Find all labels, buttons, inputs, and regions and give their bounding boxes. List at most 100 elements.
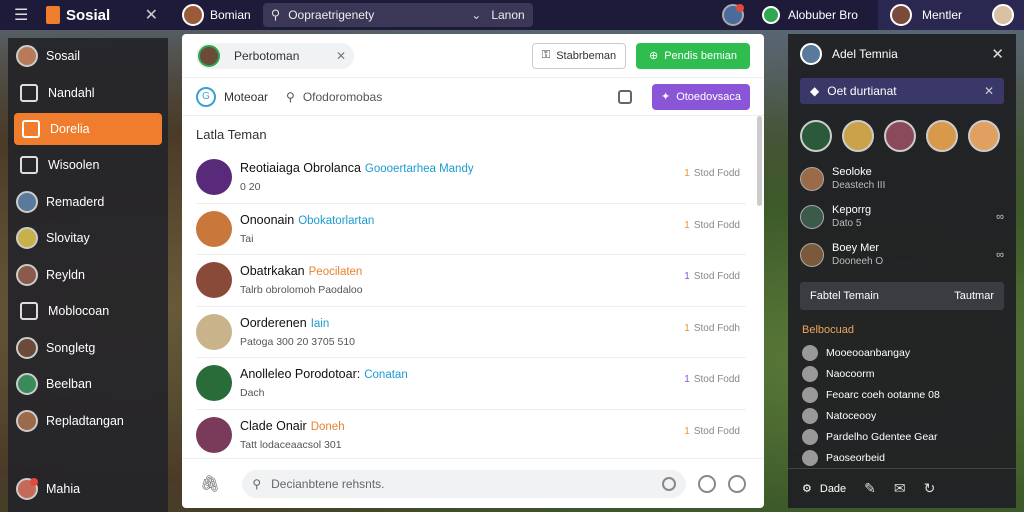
avatar[interactable] [800, 120, 832, 152]
top-bar: ☰ Sosial ✕ Bomian ⚲ Oopraetrigenety ⌄ La… [0, 0, 1024, 30]
logo-icon [46, 6, 60, 24]
right-panel-bar[interactable]: ◆ Oet durtianat ✕ [800, 78, 1004, 104]
avatar [196, 313, 232, 350]
sidebar-item-label: Reyldn [46, 267, 85, 282]
globe-icon[interactable]: G [196, 86, 216, 107]
sidebar-item[interactable]: Remaderd [8, 184, 168, 221]
send-icon[interactable] [728, 474, 746, 493]
primary-button[interactable]: ⊕ Pendis bemian [636, 42, 750, 69]
sidebar-item[interactable]: Sosail [8, 38, 168, 75]
sidebar-item[interactable]: Wisoolen [8, 147, 168, 184]
edit-icon[interactable]: ✎ [864, 480, 876, 497]
main-header: Perbotoman ✕ ⚿ Stabrbeman ⊕ Pendis bemia… [182, 34, 764, 78]
secondary-button[interactable]: ⚿ Stabrbeman [532, 42, 626, 69]
group-name: Alobuber Bro [787, 8, 858, 22]
friend-name: Reotiaiaga Obrolanca [240, 161, 361, 176]
friend-sub: Talrb obrolomoh Paodaloo [240, 284, 363, 297]
search-icon: ⚲ [270, 7, 281, 22]
more-icon[interactable]: ∞ [996, 211, 1004, 223]
group-switcher[interactable]: Alobuber Bro [761, 6, 858, 24]
settings-icon[interactable]: ⚙ [802, 482, 812, 495]
avatar[interactable] [842, 120, 874, 152]
notifications-avatar[interactable] [721, 4, 744, 26]
menu-icon[interactable]: ☰ [14, 5, 36, 25]
filter-label[interactable]: Moteoar [224, 90, 268, 104]
top-search-input[interactable]: ⚲ Oopraetrigenety ⌄ Lanon [262, 3, 533, 27]
friend-sub: Tatt lodaceaacsol 301 [240, 439, 342, 452]
top-user[interactable]: Bomian [182, 4, 251, 26]
list-item[interactable]: Oorderenen Iain Patoga 300 20 3705 510 1S… [196, 307, 746, 358]
panel-card-right: Tautmar [954, 290, 994, 302]
panel-line[interactable]: Pardelho Gdentee Gear [788, 426, 1016, 447]
action-button-label: Otoedovsaca [676, 90, 742, 103]
list-item[interactable]: Reotiaiaga Obrolanca Goooertarhea Mandy 0… [196, 152, 746, 204]
chevron-down-icon[interactable]: ⌄ [471, 8, 481, 22]
filter-search[interactable]: Ofodoromobas [303, 90, 382, 104]
row-meta-text: Stod Fodh [693, 322, 740, 334]
close-icon[interactable]: ✕ [984, 84, 994, 98]
list-item[interactable]: Obatrkakan Peocilaten Talrb obrolomoh Pao… [196, 255, 746, 307]
sidebar-item[interactable]: Repladtangan [8, 403, 168, 440]
close-icon[interactable]: ✕ [991, 45, 1004, 63]
sidebar-bottom[interactable]: Mahia [8, 472, 80, 506]
message-input[interactable]: ⚲ Decianbtene rehsnts. [242, 469, 686, 498]
avatar[interactable] [884, 120, 916, 152]
panel-card[interactable]: Fabtel Temain Tautmar [800, 282, 1004, 310]
sidebar-item[interactable]: Songletg [8, 330, 168, 367]
sidebar-item-label: Songletg [46, 340, 96, 355]
avatar[interactable] [926, 120, 958, 152]
sidebar-item-active[interactable]: Dorelia [14, 113, 162, 145]
lock-icon: ⚿ [541, 49, 551, 61]
avatar[interactable] [968, 120, 1000, 152]
sidebar-item[interactable]: Nandahl [8, 75, 168, 112]
panel-line[interactable]: Paoseorbeid [788, 447, 1016, 468]
sidebar-item[interactable]: Reyldn [8, 257, 168, 294]
bookmark-icon [20, 83, 38, 102]
panel-line[interactable]: Mooeooanbangay [788, 342, 1016, 363]
paperclip-icon[interactable]: 🖇 [200, 474, 220, 494]
row-meta-text: Stod Fodd [693, 271, 740, 282]
close-icon[interactable]: ✕ [336, 49, 346, 63]
right-panel-footer: ⚙ Dade ✎ ✉ ↻ [788, 468, 1016, 508]
close-icon[interactable]: ✕ [145, 5, 158, 25]
sidebar-item[interactable]: Beelban [8, 366, 168, 403]
copyright-icon[interactable] [662, 476, 676, 491]
right-panel-title: Adel Temnia [832, 47, 898, 61]
mail-icon[interactable]: ✉ [894, 480, 906, 497]
friend-status: Peocilaten [308, 266, 363, 279]
list-item[interactable]: Onoonain Obokatorlartan Tai 1 Stod Fodd [196, 204, 746, 255]
panel-user[interactable]: Boey Mer Dooneeh O ∞ [788, 236, 1016, 274]
settings-icon[interactable] [618, 89, 632, 104]
friend-name: Clade Onair [240, 419, 307, 434]
panel-user[interactable]: Seoloke Deastech III [788, 160, 1016, 198]
more-icon[interactable]: ∞ [996, 249, 1004, 261]
chat-icon [22, 120, 40, 138]
emoji-icon[interactable] [698, 474, 716, 493]
sidebar-item[interactable]: Slovitay [8, 220, 168, 257]
scrollbar[interactable] [757, 116, 762, 206]
panel-line[interactable]: Feoarc coeh ootanne 08 [788, 384, 1016, 405]
avatar [802, 386, 818, 403]
active-chat-chip[interactable]: Perbotoman ✕ [196, 42, 354, 69]
list-item[interactable]: Anolleleo Porodotoar: Conatan Dach 1 Stod … [196, 358, 746, 410]
panel-line[interactable]: Naocoorm [788, 363, 1016, 384]
group-icon [761, 6, 780, 24]
panel-user[interactable]: Keporrg Dato 5 ∞ [788, 198, 1016, 236]
footer-label: Dade [819, 482, 847, 495]
panel-user-name: Seoloke [832, 166, 872, 178]
top-user-name: Bomian [210, 8, 251, 22]
action-button[interactable]: ✦ Otoedovsaca [652, 83, 750, 110]
avatar-icon [16, 45, 38, 68]
avatar [802, 407, 818, 424]
avatar-icon [16, 373, 38, 396]
right-panel-header: Adel Temnia ✕ [788, 34, 1016, 74]
sidebar-item[interactable]: Moblocoan [8, 293, 168, 330]
avatar [802, 449, 818, 466]
profile-menu[interactable]: Mentler [877, 0, 1024, 30]
list-item[interactable]: Clade Onair Doneh Tatt lodaceaacsol 301 1… [196, 410, 746, 462]
panel-section-title: Belbocuad [802, 324, 854, 336]
panel-line[interactable]: Natoceooy [788, 405, 1016, 426]
row-meta: 1 Stod Fodd [684, 168, 740, 179]
avatar [800, 243, 824, 267]
refresh-icon[interactable]: ↻ [924, 480, 936, 497]
